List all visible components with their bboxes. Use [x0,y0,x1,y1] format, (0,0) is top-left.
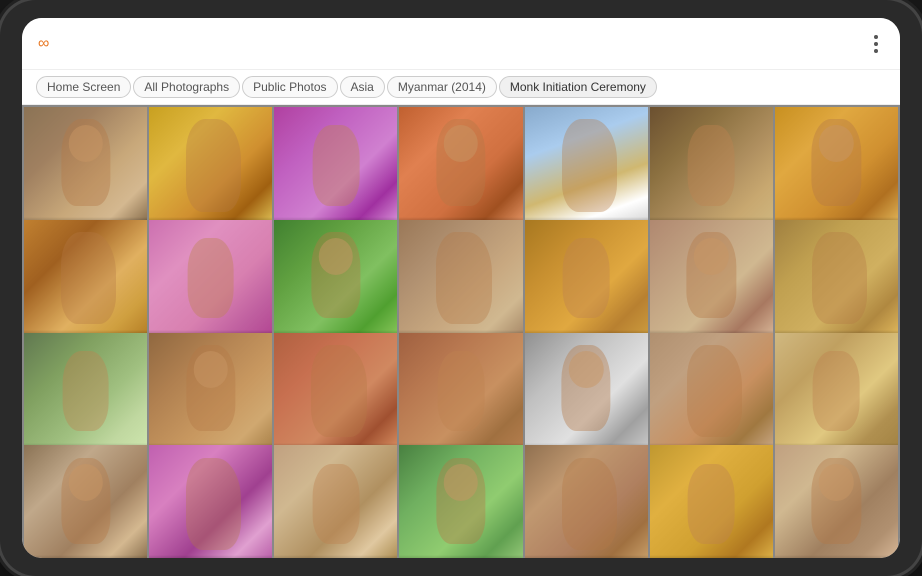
more-options-button[interactable] [868,29,884,59]
photo-cell[interactable]: Bagan [775,107,898,230]
screen: ∞ Home Screen All Photographs Public Pho… [22,18,900,558]
photo-cell[interactable]: Bagan [650,333,773,456]
photo-cell[interactable]: Bagan [149,220,272,343]
app-header: ∞ [22,18,900,70]
photo-cell[interactable]: Bagan [525,333,648,456]
logo-area: ∞ [38,36,49,52]
photo-cell[interactable]: Bagan [399,333,522,456]
photo-cell[interactable]: Bagan [775,333,898,456]
photo-cell[interactable]: Bagan [399,107,522,230]
breadcrumb-item-monk-ceremony[interactable]: Monk Initiation Ceremony [499,76,657,98]
photo-cell[interactable]: Bagan [650,107,773,230]
photo-location-label: Bagan [274,555,397,558]
breadcrumb-item-myanmar[interactable]: Myanmar (2014) [387,76,497,98]
photo-cell[interactable]: Bagan [149,107,272,230]
photo-cell[interactable]: Bagan [24,333,147,456]
photo-grid: BaganBaganBagan BaganBaganBagan BaganBag… [22,105,900,558]
menu-dot-1 [874,35,878,39]
photo-location-label: Bagan [775,555,898,558]
photo-location-label: Bagan [525,555,648,558]
logo-icon: ∞ [38,36,49,52]
photo-location-label: Bagan [24,555,147,558]
photo-cell[interactable]: Bagan [650,220,773,343]
photo-cell[interactable]: Bagan [525,220,648,343]
photo-cell[interactable]: Bagan [274,445,397,558]
breadcrumb-item-home[interactable]: Home Screen [36,76,131,98]
photo-cell[interactable]: Bagan [775,220,898,343]
device-frame: ∞ Home Screen All Photographs Public Pho… [0,0,922,576]
photo-cell[interactable]: Bagan [650,445,773,558]
menu-dot-2 [874,42,878,46]
breadcrumb-item-all-photographs[interactable]: All Photographs [133,76,240,98]
photo-cell[interactable]: Bagan [24,107,147,230]
menu-dot-3 [874,49,878,53]
photo-location-label: Bagan [149,555,272,558]
photo-location-label: Bagan [399,555,522,558]
photo-cell[interactable]: Bagan [24,220,147,343]
photo-cell[interactable]: Bagan [775,445,898,558]
photo-cell[interactable]: Bagan [399,445,522,558]
breadcrumb-item-asia[interactable]: Asia [340,76,385,98]
photo-cell[interactable]: Bagan [274,107,397,230]
photo-cell[interactable]: Bagan [149,445,272,558]
photo-cell[interactable]: Bagan [525,107,648,230]
breadcrumb: Home Screen All Photographs Public Photo… [22,70,900,105]
photo-cell[interactable]: Bagan [399,220,522,343]
photo-location-label: Bagan [650,555,773,558]
photo-cell[interactable]: Bagan [274,220,397,343]
breadcrumb-item-public-photos[interactable]: Public Photos [242,76,337,98]
photo-cell[interactable]: Bagan [274,333,397,456]
photo-cell[interactable]: Bagan [149,333,272,456]
photo-cell[interactable]: Bagan [24,445,147,558]
photo-cell[interactable]: Bagan [525,445,648,558]
